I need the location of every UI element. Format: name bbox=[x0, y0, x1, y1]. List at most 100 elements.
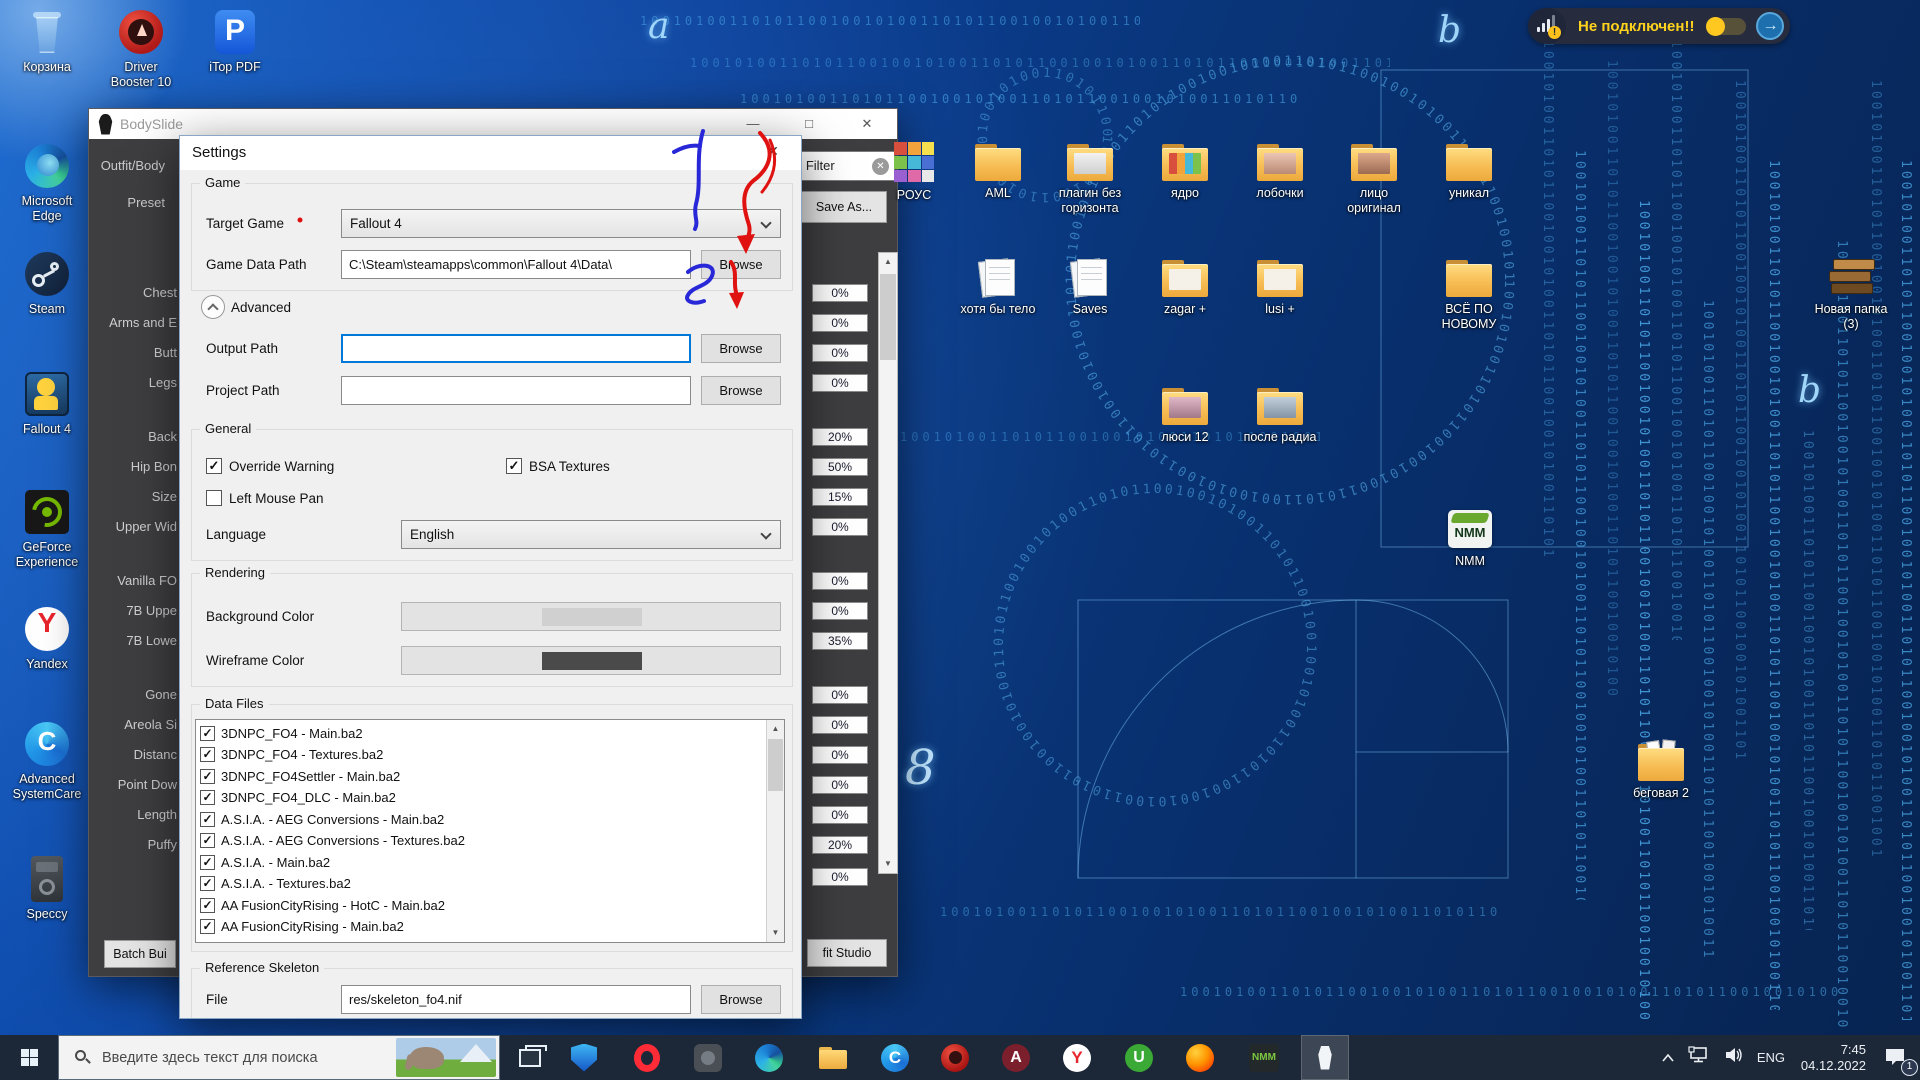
language-indicator[interactable]: ENG bbox=[1751, 1050, 1791, 1065]
desktop-folder-aml[interactable]: AML bbox=[952, 140, 1044, 201]
slider-value-box[interactable]: 0% bbox=[812, 314, 868, 332]
left-mouse-pan-checkbox[interactable]: Left Mouse Pan bbox=[206, 490, 324, 506]
search-input[interactable]: Введите здесь текст для поиска bbox=[58, 1035, 500, 1080]
desktop-folder-begovaya-2[interactable]: беговая 2 bbox=[1615, 740, 1707, 801]
taskbar-icon-dark-app[interactable] bbox=[684, 1035, 732, 1080]
skeleton-file-input[interactable]: res/skeleton_fo4.nif bbox=[341, 985, 691, 1014]
scrollbar-thumb[interactable] bbox=[768, 739, 783, 791]
desktop-icon-fallout4[interactable]: Fallout 4 bbox=[1, 370, 93, 437]
slider-value-box[interactable]: 15% bbox=[812, 488, 868, 506]
browse-game-data-button[interactable]: Browse bbox=[701, 250, 781, 279]
data-files-scrollbar[interactable]: ▲ ▼ bbox=[766, 720, 784, 942]
background-color-button[interactable] bbox=[401, 602, 781, 631]
volume-icon[interactable] bbox=[1717, 1047, 1751, 1068]
taskbar-icon-driver-booster[interactable] bbox=[931, 1035, 979, 1080]
notification-toggle[interactable] bbox=[1706, 18, 1746, 35]
output-path-input[interactable] bbox=[341, 334, 691, 363]
slider-scrollbar[interactable]: ▲ ▼ bbox=[878, 252, 898, 874]
target-game-select[interactable]: Fallout 4 bbox=[341, 209, 781, 238]
slider-value-box[interactable]: 0% bbox=[812, 602, 868, 620]
data-file-row[interactable]: ✓A.S.I.A. - Main.ba2 bbox=[200, 852, 330, 873]
data-file-row[interactable]: ✓3DNPC_FO4 - Main.ba2 bbox=[200, 723, 363, 744]
desktop-icon-nmm[interactable]: NMM NMM bbox=[1424, 508, 1516, 569]
data-file-row[interactable]: ✓3DNPC_FO4Settler - Main.ba2 bbox=[200, 766, 400, 787]
data-file-row[interactable]: ✓AA FusionCityRising - Main.ba2 bbox=[200, 916, 404, 937]
language-select[interactable]: English bbox=[401, 520, 781, 549]
taskbar-icon-aimp[interactable]: A bbox=[992, 1035, 1040, 1080]
slider-value-box[interactable]: 50% bbox=[812, 458, 868, 476]
desktop-folder-yadro[interactable]: ядро bbox=[1139, 140, 1231, 201]
desktop-icon-yandex[interactable]: Y Yandex bbox=[1, 605, 93, 672]
desktop-folder-posle-radia[interactable]: после радиа bbox=[1234, 384, 1326, 445]
desktop-folder-zagar[interactable]: zagar + bbox=[1139, 256, 1231, 317]
scroll-down-icon[interactable]: ▼ bbox=[767, 924, 784, 942]
browse-project-button[interactable]: Browse bbox=[701, 376, 781, 405]
browse-output-button[interactable]: Browse bbox=[701, 334, 781, 363]
desktop-folder-litso-original[interactable]: лицооригинал bbox=[1328, 140, 1420, 216]
data-file-row[interactable]: ✓3DNPC_FO4_DLC - Main.ba2 bbox=[200, 787, 396, 808]
wireframe-color-button[interactable] bbox=[401, 646, 781, 675]
desktop-folder-unikal[interactable]: уникал bbox=[1423, 140, 1515, 201]
project-path-input[interactable] bbox=[341, 376, 691, 405]
slider-value-box[interactable]: 0% bbox=[812, 868, 868, 886]
override-warning-checkbox[interactable]: ✓ Override Warning bbox=[206, 458, 334, 474]
scrollbar-thumb[interactable] bbox=[880, 274, 896, 360]
desktop-folder-rous[interactable]: РОУС bbox=[868, 140, 960, 203]
task-view-button[interactable] bbox=[506, 1035, 554, 1080]
data-file-row[interactable]: ✓A.S.I.A. - AEG Conversions - Main.ba2 bbox=[200, 809, 444, 830]
desktop-folder-lobochki[interactable]: лобочки bbox=[1234, 140, 1326, 201]
taskbar-icon-utorrent[interactable]: U bbox=[1115, 1035, 1163, 1080]
notification-toast[interactable]: ! Не подключен!! → bbox=[1528, 8, 1790, 44]
desktop-folder-lusi[interactable]: lusi + bbox=[1234, 256, 1326, 317]
browse-skeleton-button[interactable]: Browse bbox=[701, 985, 781, 1014]
slider-value-box[interactable]: 0% bbox=[812, 518, 868, 536]
outfit-studio-button[interactable]: fit Studio bbox=[807, 939, 887, 967]
desktop-icon-advanced-systemcare[interactable]: C AdvancedSystemCare bbox=[1, 720, 93, 802]
desktop-folder-hotya-by-telo[interactable]: хотя бы тело bbox=[952, 256, 1044, 317]
desktop-icon-itop-pdf[interactable]: P iTop PDF bbox=[189, 8, 281, 75]
slider-value-box[interactable]: 0% bbox=[812, 776, 868, 794]
scroll-up-icon[interactable]: ▲ bbox=[879, 253, 897, 271]
taskbar-icon-yandex[interactable]: Y bbox=[1053, 1035, 1101, 1080]
advanced-collapse-icon[interactable] bbox=[201, 295, 225, 319]
desktop-icon-microsoft-edge[interactable]: MicrosoftEdge bbox=[1, 142, 93, 224]
network-icon[interactable] bbox=[1681, 1046, 1717, 1069]
slider-value-box[interactable]: 0% bbox=[812, 806, 868, 824]
taskbar-icon-iobit-shield[interactable] bbox=[560, 1035, 608, 1080]
data-file-row[interactable]: ✓3DNPC_FO4 - Textures.ba2 bbox=[200, 744, 383, 765]
taskbar-icon-firefox[interactable] bbox=[1176, 1035, 1224, 1080]
settings-titlebar[interactable]: Settings ✕ bbox=[180, 136, 801, 170]
bsa-textures-checkbox[interactable]: ✓ BSA Textures bbox=[506, 458, 610, 474]
minimize-button[interactable]: — bbox=[736, 109, 770, 138]
slider-value-box[interactable]: 0% bbox=[812, 374, 868, 392]
taskbar-icon-advanced-systemcare[interactable]: C bbox=[871, 1035, 919, 1080]
action-center-button[interactable]: 1 bbox=[1876, 1035, 1920, 1080]
slider-value-box[interactable]: 0% bbox=[812, 572, 868, 590]
desktop-folder-lyusi-12[interactable]: люси 12 bbox=[1139, 384, 1231, 445]
data-file-row[interactable]: ✓AA FusionCityRising - HotC - Main.ba2 bbox=[200, 895, 445, 916]
taskbar-icon-edge[interactable] bbox=[745, 1035, 793, 1080]
scroll-down-icon[interactable]: ▼ bbox=[879, 855, 897, 873]
desktop-icon-steam[interactable]: Steam bbox=[1, 250, 93, 317]
clock[interactable]: 7:45 04.12.2022 bbox=[1801, 1042, 1866, 1074]
desktop-folder-novaya-papka-3[interactable]: Новая папка(3) bbox=[1805, 254, 1897, 332]
maximize-button[interactable]: □ bbox=[792, 109, 826, 138]
taskbar-icon-nmm[interactable]: NMM bbox=[1240, 1035, 1288, 1080]
tray-chevron-icon[interactable] bbox=[1655, 1049, 1681, 1067]
slider-value-box[interactable]: 20% bbox=[812, 428, 868, 446]
desktop-icon-driver-booster[interactable]: DriverBooster 10 bbox=[95, 8, 187, 90]
desktop-folder-plugin[interactable]: плагин безгоризонта bbox=[1044, 140, 1136, 216]
taskbar-icon-opera[interactable] bbox=[623, 1035, 671, 1080]
taskbar-icon-file-explorer[interactable] bbox=[809, 1035, 857, 1080]
batch-build-button[interactable]: Batch Bui bbox=[104, 940, 176, 968]
slider-value-box[interactable]: 0% bbox=[812, 284, 868, 302]
close-button[interactable]: ✕ bbox=[850, 109, 884, 138]
taskbar-icon-bodyslide-active[interactable] bbox=[1301, 1035, 1349, 1080]
desktop-folder-saves[interactable]: Saves bbox=[1044, 256, 1136, 317]
notification-arrow-button[interactable]: → bbox=[1756, 12, 1784, 40]
desktop-folder-vsyo-po-novomu[interactable]: ВСЁ ПОНОВОМУ bbox=[1423, 256, 1515, 332]
start-button[interactable] bbox=[0, 1035, 58, 1080]
desktop-icon-geforce-experience[interactable]: GeForceExperience bbox=[1, 488, 93, 570]
desktop-icon-speccy[interactable]: Speccy bbox=[1, 855, 93, 922]
data-files-list[interactable]: ✓3DNPC_FO4 - Main.ba2 ✓3DNPC_FO4 - Textu… bbox=[195, 719, 785, 943]
